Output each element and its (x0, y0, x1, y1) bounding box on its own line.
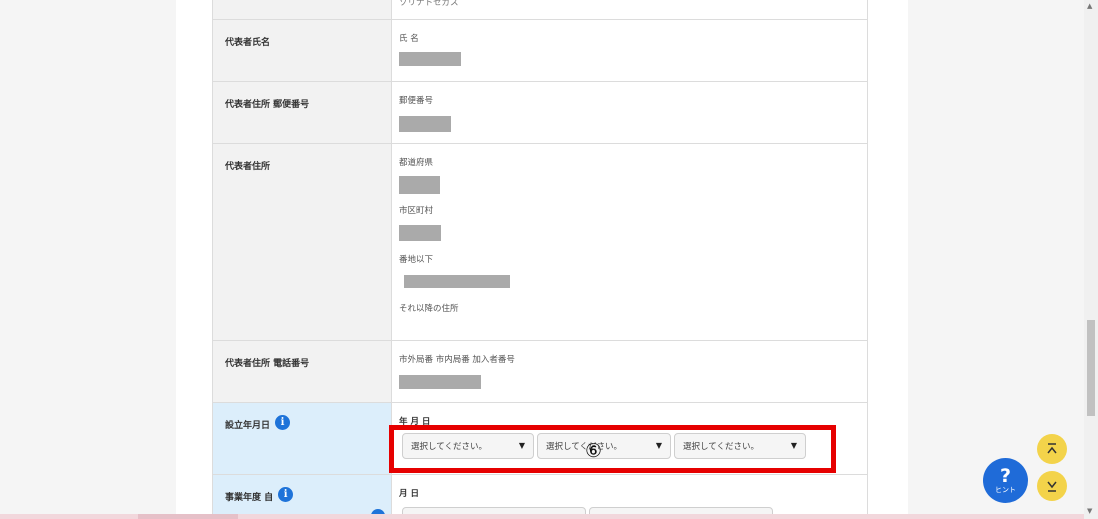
row-label: 代表者住所 郵便番号 (213, 82, 392, 143)
row-fiscal-year-start: 事業年度 自 i 月 日 (213, 475, 867, 519)
select-month-value: 選択してください。 (546, 442, 622, 452)
label-representative-name: 代表者氏名 (225, 38, 271, 48)
row-representative-address: 代表者住所 都道府県 市区町村 番地以下 それ以降の住所 (213, 144, 867, 341)
field-label-city: 市区町村 (399, 206, 434, 216)
masked-phone-value (399, 375, 481, 389)
row-value: 郵便番号 (392, 82, 867, 143)
dropdown-arrow-icon: ▼ (790, 441, 797, 450)
select-year-value: 選択してください。 (411, 442, 487, 452)
masked-postal-value (399, 116, 451, 132)
masked-prefecture-value (399, 176, 440, 194)
hint-label: ヒント (995, 485, 1016, 494)
label-representative-postal: 代表者住所 郵便番号 (225, 100, 310, 110)
row-label: 代表者氏名 (213, 20, 392, 81)
field-label-postal: 郵便番号 (399, 96, 434, 106)
field-label-prefecture: 都道府県 (399, 158, 434, 168)
bottom-strip-segment (138, 514, 238, 519)
select-founding-day[interactable]: 選択してください。 ▼ (674, 433, 806, 459)
field-label-ymd: 年 月 日 (399, 417, 431, 427)
field-label-phone: 市外局番 市内局番 加入者番号 (399, 355, 515, 365)
info-icon[interactable]: i (278, 487, 294, 502)
annotation-number: ⑥ (585, 440, 603, 462)
scrollbar-thumb[interactable] (1087, 320, 1095, 416)
row-representative-phone: 代表者住所 電話番号 市外局番 市内局番 加入者番号 (213, 341, 867, 403)
label-representative-address: 代表者住所 (225, 162, 271, 172)
row-label: 代表者住所 (213, 144, 392, 340)
question-icon: ? (999, 464, 1012, 487)
row-label: 設立年月日 i (213, 403, 392, 474)
field-label-street: 番地以下 (399, 255, 434, 265)
row-value: 月 日 (392, 475, 867, 519)
table-row: ソリナトセガス (213, 0, 867, 20)
field-label-md: 月 日 (399, 489, 419, 499)
dropdown-arrow-icon: ▼ (518, 441, 525, 450)
row-label: 代表者住所 電話番号 (213, 341, 392, 402)
row-representative-name: 代表者氏名 氏 名 (213, 20, 867, 82)
label-representative-phone: 代表者住所 電話番号 (225, 359, 310, 369)
select-day-value: 選択してください。 (683, 442, 759, 452)
row-label (213, 0, 392, 19)
masked-street-value (404, 275, 510, 288)
row-value: 都道府県 市区町村 番地以下 それ以降の住所 (392, 144, 867, 340)
partial-text: ソリナトセガス (399, 0, 459, 8)
bottom-strip (0, 514, 1084, 519)
scroll-up-arrow-icon[interactable]: ▲ (1087, 2, 1092, 10)
row-value: ソリナトセガス (392, 0, 867, 19)
row-value: 年 月 日 選択してください。 ▼ 選択してください。 ▼ 選択してください。 … (392, 403, 867, 474)
hint-button[interactable]: ? ヒント (983, 458, 1028, 503)
field-label-other-address: それ以降の住所 (399, 304, 459, 314)
info-icon[interactable]: i (275, 415, 291, 430)
row-founding-date: 設立年月日 i 年 月 日 選択してください。 ▼ 選択してください。 ▼ 選択… (213, 403, 867, 475)
double-chevron-down-icon (1047, 481, 1057, 492)
label-fiscal-year-start: 事業年度 自 (225, 493, 274, 503)
scroll-bottom-button[interactable] (1037, 471, 1067, 501)
select-founding-year[interactable]: 選択してください。 ▼ (402, 433, 534, 459)
row-representative-postal: 代表者住所 郵便番号 郵便番号 (213, 82, 867, 144)
masked-city-value (399, 225, 441, 241)
select-founding-month[interactable]: 選択してください。 ▼ (537, 433, 671, 459)
label-founding-date: 設立年月日 (225, 421, 271, 431)
row-value: 市外局番 市内局番 加入者番号 (392, 341, 867, 402)
scroll-down-arrow-icon[interactable]: ▼ (1087, 507, 1092, 515)
double-chevron-up-icon (1047, 443, 1057, 454)
company-form-table: ソリナトセガス 代表者氏名 氏 名 代表者住所 郵便番号 郵便番号 代表者住所 … (212, 0, 868, 519)
page-scrollbar[interactable]: ▲ ▼ (1084, 0, 1098, 519)
scroll-top-button[interactable] (1037, 434, 1067, 464)
field-label-name: 氏 名 (399, 34, 419, 44)
row-label: 事業年度 自 i (213, 475, 392, 519)
masked-name-value (399, 52, 461, 66)
dropdown-arrow-icon: ▼ (655, 441, 662, 450)
row-value: 氏 名 (392, 20, 867, 81)
